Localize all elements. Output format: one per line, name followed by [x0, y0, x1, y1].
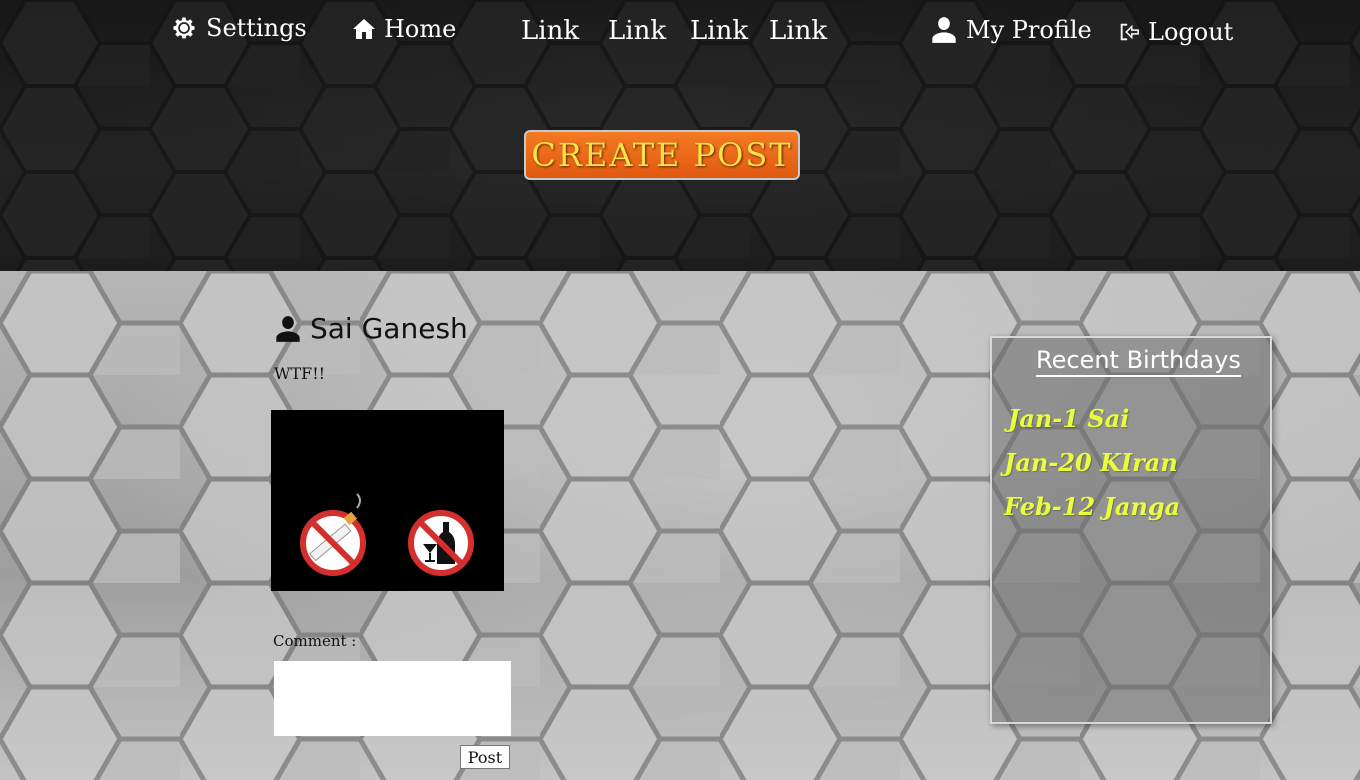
- nav-link-1[interactable]: Link: [521, 16, 579, 46]
- comment-label: Comment :: [273, 632, 357, 650]
- no-alcohol-icon: [408, 510, 474, 576]
- nav-link-4-label: Link: [769, 16, 828, 46]
- birthday-item: Feb-12 Janga: [1004, 492, 1181, 521]
- recent-birthdays-panel: Recent Birthdays Jan-1 Sai Jan-20 KIran …: [990, 336, 1272, 724]
- birthday-item: Jan-1 Sai: [1008, 404, 1130, 433]
- recent-birthdays-title: Recent Birthdays: [1036, 346, 1241, 377]
- nav-link-2-label: Link: [608, 16, 667, 46]
- comment-input[interactable]: [274, 661, 511, 736]
- nav-link-2[interactable]: Link: [608, 16, 666, 46]
- no-smoking-icon: [300, 493, 366, 576]
- post-text: WTF!!: [274, 364, 326, 383]
- home-icon: [353, 19, 375, 39]
- nav-link-3[interactable]: Link: [690, 16, 748, 46]
- nav-link-4[interactable]: Link: [769, 16, 827, 46]
- nav-home[interactable]: Home: [352, 15, 456, 43]
- nav-link-1-label: Link: [521, 16, 580, 46]
- nav-link-3-label: Link: [690, 16, 749, 46]
- nav-settings-label: Settings: [206, 14, 307, 42]
- nav-home-label: Home: [384, 15, 457, 43]
- nav-logout-label: Logout: [1148, 18, 1234, 46]
- nav-logout[interactable]: Logout: [1118, 18, 1233, 46]
- post-author-name: Sai Ganesh: [310, 312, 468, 345]
- birthday-item: Jan-20 KIran: [1004, 448, 1178, 477]
- user-icon: [932, 17, 956, 43]
- gear-icon: [173, 17, 195, 39]
- nav-my-profile-label: My Profile: [966, 16, 1092, 44]
- create-post-button[interactable]: CREATE POST: [524, 130, 800, 180]
- logout-icon: [1120, 23, 1139, 41]
- nav-settings[interactable]: Settings: [170, 14, 307, 42]
- post-image: [271, 410, 504, 591]
- nav-my-profile[interactable]: My Profile: [930, 16, 1092, 44]
- user-icon: [276, 315, 300, 342]
- post-author: Sai Ganesh: [274, 312, 468, 345]
- post-comment-button[interactable]: Post: [460, 745, 510, 769]
